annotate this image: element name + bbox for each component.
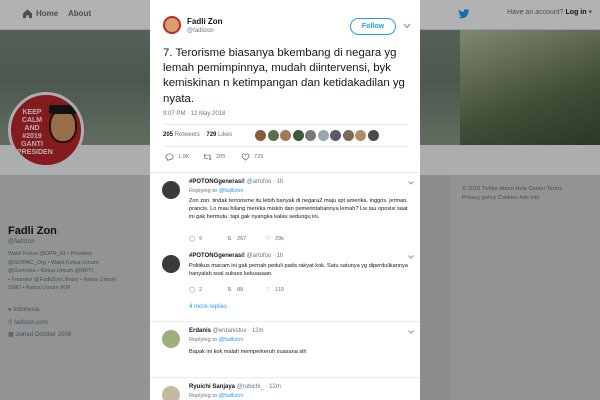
reply-tweet[interactable]: Erdanis @erdanistuv · 12m Replying to @f… <box>150 321 420 377</box>
replying-to-handle[interactable]: @fadlizon <box>219 393 244 399</box>
heart-icon[interactable]: ♡ <box>265 236 270 242</box>
reply-text: Bapak ini kok malah memperkeruh suasana … <box>189 349 307 355</box>
liker-avatar[interactable] <box>367 130 379 141</box>
chevron-down-icon[interactable] <box>408 330 414 334</box>
retweets-count[interactable]: 205 <box>163 132 173 138</box>
reply-author-name[interactable]: Ryuichi Sanjaya <box>189 384 235 390</box>
reply-author-handle[interactable]: @artofoo <box>247 253 272 259</box>
tweet-author-name[interactable]: Fadli Zon <box>187 17 223 26</box>
liker-avatar[interactable] <box>280 130 291 141</box>
liker-avatar[interactable] <box>267 130 279 141</box>
reply-text: Zon zon. tindak terrorisme itu lebih ban… <box>189 198 408 220</box>
liker-avatar[interactable] <box>305 130 316 141</box>
reply-tweet[interactable]: #POTONGgenerasi! @artofoo · 1h Replying … <box>150 172 420 247</box>
reply-time[interactable]: 12m <box>252 328 264 334</box>
replying-to: Replying to @fadlizon <box>189 337 244 343</box>
divider <box>163 124 408 125</box>
replying-to: Replying to @fadlizon <box>189 393 244 399</box>
liker-avatar[interactable] <box>330 130 341 141</box>
liker-avatars <box>255 130 379 142</box>
reply-time[interactable]: 1h <box>277 253 284 259</box>
tweet-permalink-modal: Fadli Zon @fadlizon Follow 7. Terorisme … <box>150 0 420 400</box>
likes-count[interactable]: 729 <box>206 132 216 138</box>
replying-to-handle[interactable]: @fadlizon <box>219 188 244 194</box>
chevron-down-icon[interactable] <box>408 181 414 185</box>
tweet-author-handle[interactable]: @fadlizon <box>187 28 214 34</box>
heart-icon <box>241 153 250 161</box>
like-action[interactable]: 729 <box>241 153 263 161</box>
likes-label[interactable]: Likes <box>218 132 232 138</box>
tweet-timestamp[interactable]: 9:07 PM · 12 May 2018 <box>163 111 225 117</box>
like-count: 729 <box>254 154 264 160</box>
reply-thread: #POTONGgenerasi! @artofoo · 1h Replying … <box>150 172 420 400</box>
reply-avatar[interactable] <box>162 181 180 199</box>
more-replies-link[interactable]: 4 more replies <box>189 304 227 310</box>
retweet-action[interactable]: 205 <box>203 153 225 161</box>
reply-icon[interactable]: ◯ <box>189 236 195 242</box>
reply-avatar[interactable] <box>162 330 180 348</box>
retweet-icon <box>203 153 212 161</box>
retweet-icon[interactable]: ⇅ <box>227 236 232 242</box>
liker-avatar[interactable] <box>342 130 354 141</box>
divider <box>163 146 408 147</box>
reply-author-name[interactable]: #POTONGgenerasi! <box>189 179 245 185</box>
replying-to: Replying to @fadlizon <box>189 188 244 194</box>
reply-icon <box>165 153 174 161</box>
reply-tweet[interactable]: #POTONGgenerasi! @artofoo · 1h Politikus… <box>150 247 420 321</box>
reply-header: #POTONGgenerasi! @artofoo · 1h <box>189 179 284 185</box>
retweet-count: 205 <box>216 154 226 160</box>
retweets-label[interactable]: Retweets <box>175 132 200 138</box>
liker-avatar[interactable] <box>292 130 304 141</box>
tweet-stats: 205 Retweets 729 Likes <box>163 132 232 138</box>
reply-avatar[interactable] <box>162 255 180 273</box>
heart-icon[interactable]: ♡ <box>265 287 270 293</box>
follow-button[interactable]: Follow <box>350 18 396 35</box>
tweet-author-avatar[interactable] <box>163 16 181 34</box>
replying-to-handle[interactable]: @fadlizon <box>219 337 244 343</box>
reply-avatar[interactable] <box>162 386 180 400</box>
tweet-text: 7. Terorisme biasanya bkembang di negara… <box>163 47 405 105</box>
chevron-down-icon[interactable] <box>403 23 411 29</box>
reply-action[interactable]: 1,9K <box>165 153 190 161</box>
reply-author-handle[interactable]: @erdanistuv <box>213 328 247 334</box>
liker-avatar[interactable] <box>317 130 329 141</box>
reply-tweet[interactable]: Ryuichi Sanjaya @rubichi_ · 12m Replying… <box>150 377 420 400</box>
reply-header: Ryuichi Sanjaya @rubichi_ · 12m <box>189 384 281 390</box>
reply-author-handle[interactable]: @artofoo <box>247 179 272 185</box>
reply-author-handle[interactable]: @rubichi_ <box>237 384 264 390</box>
reply-text: Politikus macam ini gak pernah peduli pa… <box>189 263 408 277</box>
liker-avatar[interactable] <box>255 130 266 141</box>
reply-time[interactable]: 1h <box>277 179 284 185</box>
reply-time[interactable]: 12m <box>269 384 281 390</box>
reply-count: 1,9K <box>178 154 190 160</box>
reply-header: #POTONGgenerasi! @artofoo · 1h <box>189 253 284 259</box>
chevron-down-icon[interactable] <box>408 255 414 259</box>
liker-avatar[interactable] <box>355 130 366 141</box>
retweet-icon[interactable]: ⇅ <box>227 287 232 293</box>
reply-author-name[interactable]: Erdanis <box>189 328 211 334</box>
reply-author-name[interactable]: #POTONGgenerasi! <box>189 253 245 259</box>
reply-icon[interactable]: ◯ <box>189 287 195 293</box>
reply-header: Erdanis @erdanistuv · 12m <box>189 328 264 334</box>
